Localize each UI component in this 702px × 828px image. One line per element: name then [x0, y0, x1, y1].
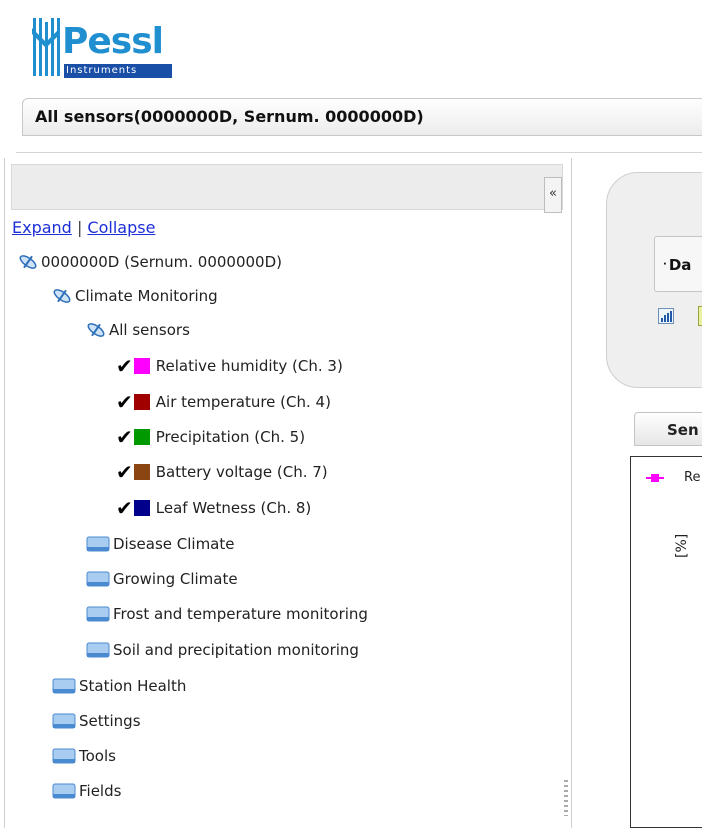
check-icon[interactable]: ✔ [116, 427, 133, 447]
panel-header: « [11, 164, 563, 213]
tree-node-tools[interactable]: Tools [52, 744, 116, 768]
tree-node-label: Station Health [79, 677, 187, 695]
tree-node-label: Settings [79, 712, 141, 730]
tree-node-label: Frost and temperature monitoring [113, 605, 368, 623]
sensor-item-leaf-wetness[interactable]: ✔ Leaf Wetness (Ch. 8) [116, 496, 311, 520]
logo-wordmark: Pessl [62, 21, 164, 62]
sensor-label: Leaf Wetness (Ch. 8) [155, 499, 312, 517]
tree-node-station-health[interactable]: Station Health [52, 674, 186, 698]
color-swatch [133, 464, 150, 480]
sensor-label: Air temperature (Ch. 4) [155, 393, 331, 411]
splitter-handle[interactable] [564, 780, 568, 816]
folder-icon [86, 571, 110, 587]
chart-view-icon[interactable] [658, 308, 674, 324]
pessl-logo-mark-icon [32, 18, 60, 76]
expand-link[interactable]: Expand [12, 218, 72, 237]
logo-subtitle: Instruments [64, 64, 172, 78]
expand-collapse-links: Expand | Collapse [12, 218, 155, 237]
tree-node-label: Tools [79, 747, 116, 765]
tree-node-disease-climate[interactable]: Disease Climate [86, 532, 235, 556]
header-divider [16, 138, 702, 153]
check-icon[interactable]: ✔ [116, 392, 133, 412]
pessl-logo: Pessl Instruments [30, 18, 180, 90]
folder-icon [52, 713, 76, 729]
tree-node-all-sensors[interactable]: All sensors [86, 318, 190, 342]
legend-label: Re [684, 470, 701, 485]
satellite-icon [53, 289, 71, 303]
sensor-item-precipitation[interactable]: ✔ Precipitation (Ch. 5) [116, 425, 305, 449]
sensor-item-air-temperature[interactable]: ✔ Air temperature (Ch. 4) [116, 390, 331, 414]
collapse-panel-button[interactable]: « [544, 177, 562, 213]
sensor-label: Relative humidity (Ch. 3) [155, 357, 343, 375]
check-icon[interactable]: ✔ [116, 498, 133, 518]
satellite-icon [19, 255, 37, 269]
sensor-item-battery-voltage[interactable]: ✔ Battery voltage (Ch. 7) [116, 460, 328, 484]
tree-node-label: Growing Climate [113, 570, 238, 588]
chart-legend: Re [646, 470, 700, 485]
sensor-label: Battery voltage (Ch. 7) [155, 463, 328, 481]
sensor-label: Precipitation (Ch. 5) [155, 428, 306, 446]
bullet-icon: · [663, 259, 667, 270]
tree-node-label: Soil and precipitation monitoring [113, 641, 359, 659]
folder-icon [86, 536, 110, 552]
tree-node-soil-precipitation[interactable]: Soil and precipitation monitoring [86, 638, 359, 662]
tree-node-label: Fields [79, 782, 122, 800]
sensor-item-relative-humidity[interactable]: ✔ Relative humidity (Ch. 3) [116, 354, 343, 378]
page-title: All sensors(0000000D, Sernum. 0000000D) [35, 107, 424, 126]
chart-area [630, 456, 702, 828]
tree-node-growing-climate[interactable]: Growing Climate [86, 567, 238, 591]
folder-icon [52, 783, 76, 799]
tree-node-settings[interactable]: Settings [52, 709, 141, 733]
date-range-button[interactable]: · Da [654, 236, 702, 292]
tree-node-climate-monitoring[interactable]: Climate Monitoring [52, 284, 218, 308]
satellite-icon [87, 323, 105, 337]
folder-icon [86, 606, 110, 622]
tree-node-frost-temperature[interactable]: Frost and temperature monitoring [86, 602, 368, 626]
legend-marker-icon [646, 473, 664, 483]
folder-icon [86, 642, 110, 658]
tree-node-fields[interactable]: Fields [52, 779, 121, 803]
tree-node-station[interactable]: 0000000D (Sernum. 0000000D) [18, 250, 282, 274]
collapse-link[interactable]: Collapse [87, 218, 155, 237]
table-view-icon[interactable] [698, 306, 702, 326]
check-icon[interactable]: ✔ [116, 356, 133, 376]
tree-node-label: Climate Monitoring [75, 287, 218, 305]
folder-icon [52, 678, 76, 694]
date-range-label: Da [668, 256, 692, 274]
check-icon[interactable]: ✔ [116, 462, 133, 482]
tab-sensors[interactable]: Sen [634, 412, 702, 446]
link-separator: | [76, 218, 83, 237]
tree-node-label: All sensors [109, 321, 190, 339]
color-swatch [133, 429, 150, 445]
color-swatch [133, 500, 150, 516]
color-swatch [133, 394, 150, 410]
y-axis-unit: [%] [674, 533, 690, 558]
tree-node-label: Disease Climate [113, 535, 235, 553]
tree-node-label: 0000000D (Sernum. 0000000D) [41, 253, 282, 271]
color-swatch [133, 358, 150, 374]
folder-icon [52, 748, 76, 764]
title-bar: All sensors(0000000D, Sernum. 0000000D) [22, 98, 702, 136]
